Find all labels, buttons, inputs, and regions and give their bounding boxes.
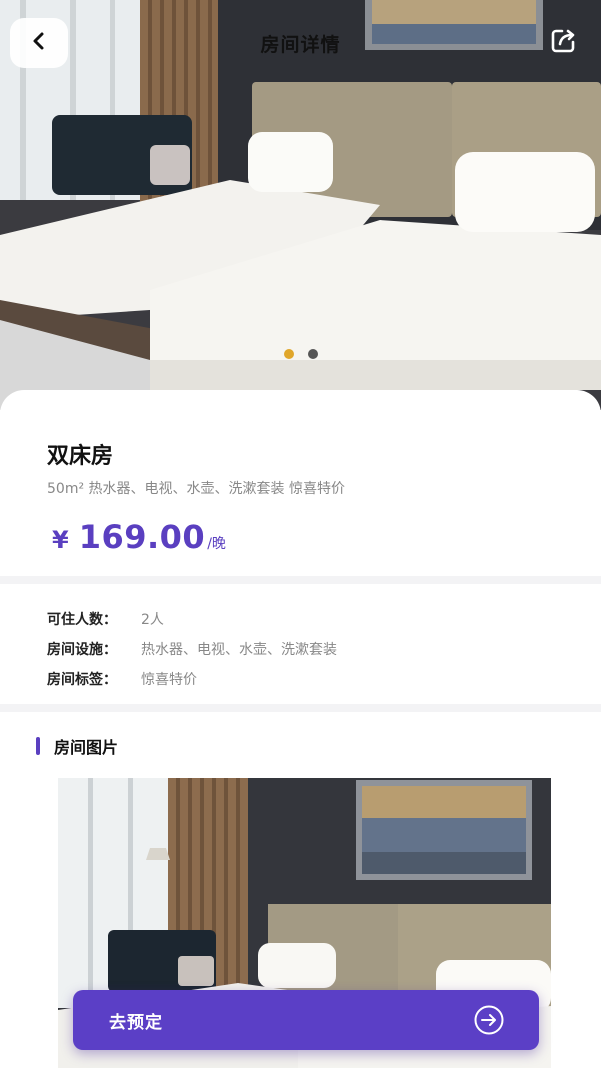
gallery-section-header: 房间图片: [36, 734, 118, 758]
attribute-label: 可住人数：: [47, 612, 117, 628]
book-now-button[interactable]: 去预定: [73, 990, 539, 1050]
room-summary: 50m² 热水器、电视、水壶、洗漱套装 惊喜特价: [47, 481, 345, 497]
share-button[interactable]: [546, 26, 580, 60]
share-icon: [548, 26, 578, 60]
section-accent-bar: [36, 737, 40, 755]
attribute-label: 房间标签：: [47, 672, 117, 688]
attribute-row: 房间设施： 热水器、电视、水壶、洗漱套装: [47, 634, 337, 664]
book-now-label: 去预定: [109, 1012, 163, 1033]
price-unit: /晚: [207, 536, 226, 552]
attribute-row: 房间标签： 惊喜特价: [47, 664, 337, 694]
room-price: ¥ 169.00 /晚: [52, 518, 226, 556]
attribute-row: 可住人数： 2人: [47, 604, 337, 634]
attribute-value: 热水器、电视、水壶、洗漱套装: [141, 642, 337, 658]
room-info-card: 双床房 50m² 热水器、电视、水壶、洗漱套装 惊喜特价 ¥ 169.00 /晚…: [0, 390, 601, 1069]
attribute-value: 2人: [141, 612, 164, 628]
room-attributes: 可住人数： 2人 房间设施： 热水器、电视、水壶、洗漱套装 房间标签： 惊喜特价: [47, 604, 337, 694]
attribute-value: 惊喜特价: [141, 672, 197, 688]
room-name: 双床房: [47, 444, 114, 469]
divider: [0, 704, 601, 712]
attribute-label: 房间设施：: [47, 642, 117, 658]
carousel-indicator: [284, 349, 318, 359]
carousel-dot-active[interactable]: [284, 349, 294, 359]
arrow-right-circle-icon: [473, 1004, 505, 1036]
section-title: 房间图片: [54, 738, 119, 757]
divider: [0, 576, 601, 584]
price-currency: ¥: [52, 526, 69, 554]
top-bar: 房间详情: [0, 0, 601, 90]
price-amount: 169.00: [78, 518, 206, 556]
carousel-dot[interactable]: [308, 349, 318, 359]
page-title: 房间详情: [260, 34, 341, 56]
